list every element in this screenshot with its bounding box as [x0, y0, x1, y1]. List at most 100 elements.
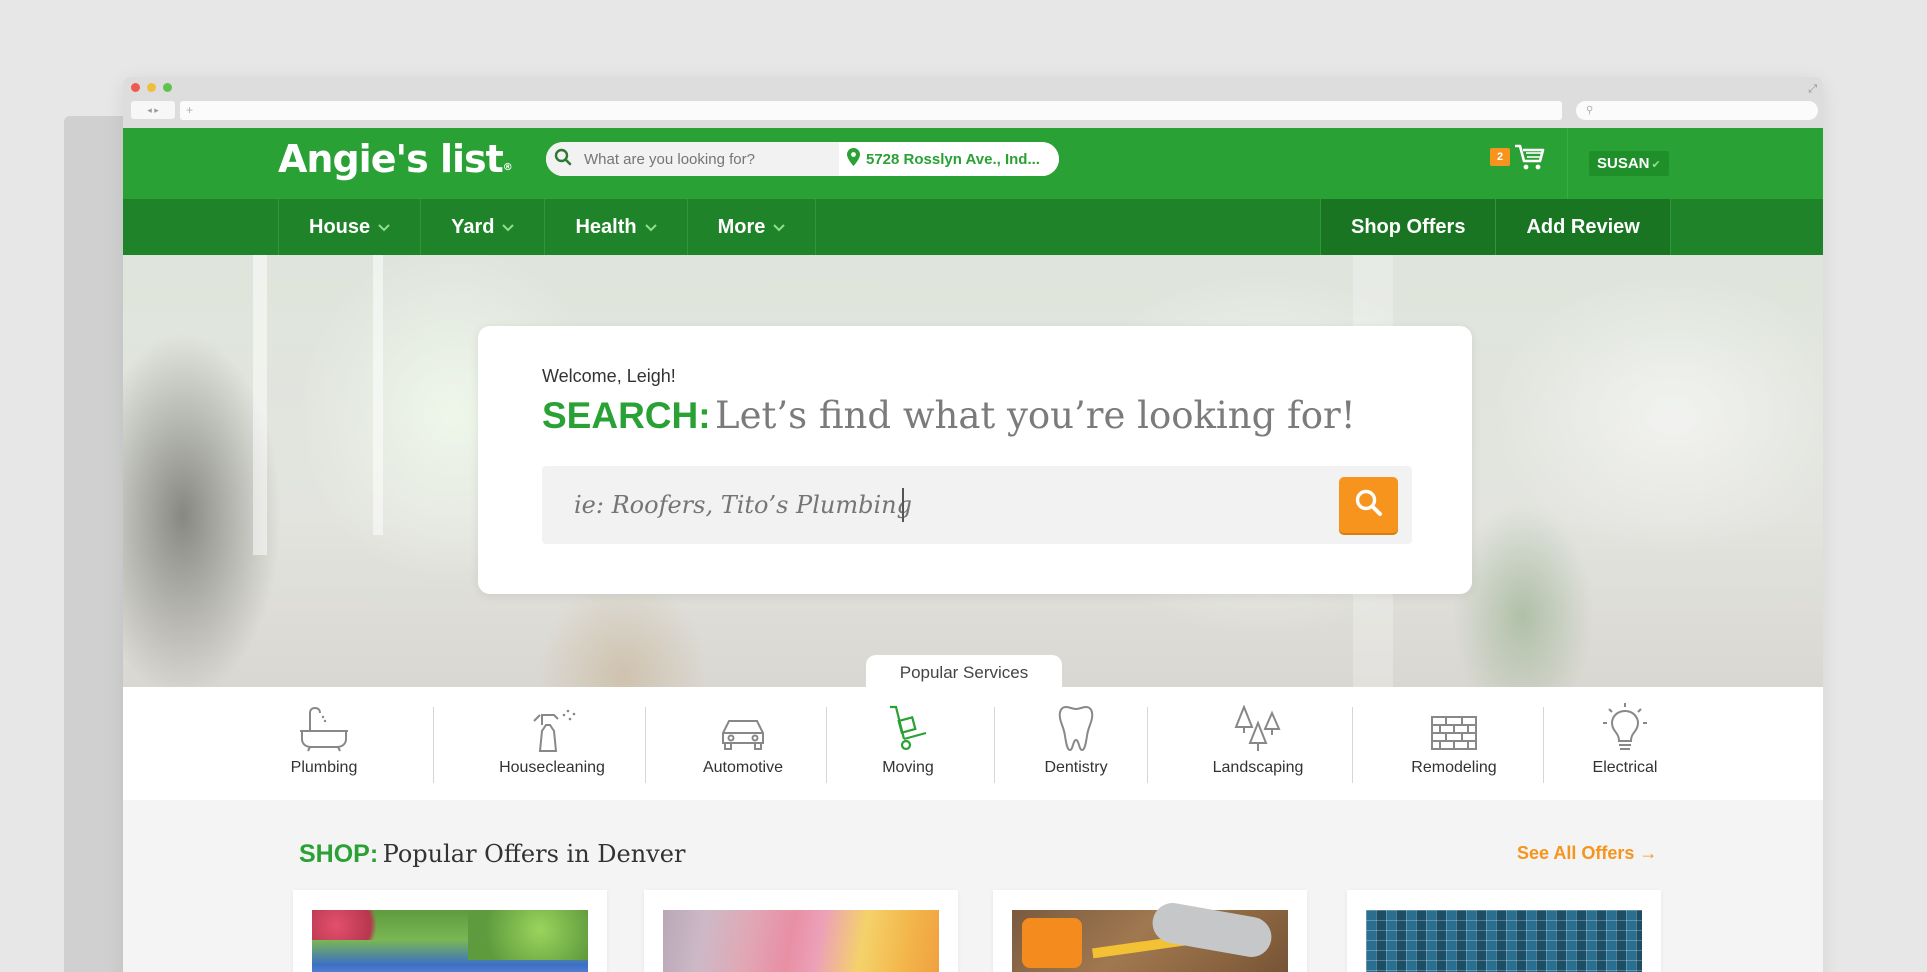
nav-item-yard[interactable]: Yard — [421, 199, 546, 255]
hero-background-detail — [373, 255, 383, 535]
add-review-link[interactable]: Add Review — [1496, 199, 1671, 255]
service-landscaping[interactable]: Landscaping — [1203, 703, 1313, 777]
service-divider — [826, 707, 827, 783]
shop-offers-section: SHOP: Popular Offers in Denver See All O… — [123, 800, 1823, 972]
angies-list-logo[interactable]: Angie's list® — [278, 137, 513, 181]
headline-text: Let’s find what you’re looking for! — [715, 394, 1356, 437]
service-dentistry[interactable]: Dentistry — [1026, 703, 1126, 777]
offer-image-paint-swatches — [663, 910, 939, 972]
cart-button[interactable]: 2 — [1490, 143, 1546, 176]
hero-banner: Welcome, Leigh! SEARCH: Let’s find what … — [123, 255, 1823, 687]
nav-item-health[interactable]: Health — [545, 199, 688, 255]
browser-window: ◂ ▸ + ⚲ ⤢ Angie's list® 5728 Rosslyn Ave… — [123, 77, 1823, 972]
bricks-icon — [1399, 703, 1509, 753]
add-review-label: Add Review — [1526, 215, 1640, 238]
service-label: Electrical — [1592, 759, 1658, 776]
nav-item-label: More — [717, 215, 766, 238]
nav-item-label: House — [309, 215, 371, 238]
minimize-window-button[interactable] — [147, 83, 156, 92]
bathtub-icon — [270, 703, 378, 753]
main-search-input[interactable] — [542, 491, 1312, 519]
header-search: 5728 Rosslyn Ave., Ind... — [546, 142, 1059, 176]
offer-image-detail — [1149, 899, 1275, 961]
offer-card[interactable] — [293, 890, 607, 972]
service-electrical[interactable]: Electrical — [1575, 703, 1675, 777]
car-icon — [688, 703, 798, 753]
browser-search-field[interactable]: ⚲ — [1576, 101, 1818, 120]
service-housecleaning[interactable]: Housecleaning — [487, 703, 617, 777]
popular-services-tab: Popular Services — [866, 655, 1062, 687]
user-menu[interactable]: SUSAN ✔ — [1589, 151, 1669, 176]
service-divider — [645, 707, 646, 783]
service-label: Housecleaning — [499, 759, 605, 776]
service-label: Automotive — [702, 759, 784, 776]
offer-image-detail — [468, 910, 588, 960]
cart-count-badge: 2 — [1490, 148, 1510, 166]
nav-item-house[interactable]: House — [279, 199, 422, 255]
offer-card[interactable] — [644, 890, 958, 972]
service-divider — [1543, 707, 1544, 783]
chevron-down-icon — [644, 220, 657, 235]
hero-background-detail — [253, 255, 267, 555]
see-all-offers-link[interactable]: See All Offers → — [1517, 843, 1657, 864]
header-divider — [1567, 128, 1568, 199]
location-text: 5728 Rosslyn Ave., Ind... — [866, 150, 1040, 168]
main-nav: House Yard Health More Shop Offers Add R… — [123, 199, 1823, 255]
spray-bottle-icon — [487, 703, 617, 753]
category-nav: House Yard Health More — [278, 199, 817, 255]
registered-mark: ® — [502, 162, 513, 173]
chevron-down-icon — [502, 220, 515, 235]
location-selector[interactable]: 5728 Rosslyn Ave., Ind... — [839, 142, 1059, 176]
service-divider — [433, 707, 434, 783]
chevron-down-icon — [378, 220, 390, 235]
headline-accent: SEARCH: — [542, 395, 711, 436]
shop-offers-label: Shop Offers — [1351, 215, 1466, 238]
offer-image-tiles — [1366, 910, 1642, 972]
nav-item-label: Yard — [451, 215, 495, 238]
shop-offers-link[interactable]: Shop Offers — [1321, 199, 1497, 255]
offer-image-tools — [1012, 899, 1288, 972]
offer-image-detail — [1022, 918, 1082, 968]
service-label: Moving — [882, 759, 934, 776]
map-pin-icon — [847, 148, 860, 170]
text-cursor — [902, 488, 904, 522]
offer-card[interactable] — [993, 890, 1307, 972]
maximize-window-button[interactable] — [163, 83, 172, 92]
service-label: Remodeling — [1411, 759, 1497, 776]
browser-chrome: ◂ ▸ + ⚲ ⤢ — [123, 77, 1823, 128]
window-controls — [131, 83, 172, 92]
service-divider — [994, 707, 995, 783]
service-divider — [1147, 707, 1148, 783]
offer-image-flowers — [312, 910, 588, 972]
service-plumbing[interactable]: Plumbing — [270, 703, 378, 777]
service-moving[interactable]: Moving — [863, 703, 953, 777]
nav-item-more[interactable]: More — [688, 199, 817, 255]
welcome-message: Welcome, Leigh! — [542, 366, 676, 386]
search-headline: SEARCH: Let’s find what you’re looking f… — [542, 394, 1356, 437]
search-icon — [1354, 488, 1384, 523]
service-divider — [1352, 707, 1353, 783]
service-remodeling[interactable]: Remodeling — [1399, 703, 1509, 777]
hand-truck-icon — [863, 703, 953, 753]
chevron-down-icon: ✔ — [1651, 159, 1661, 171]
user-name: SUSAN — [1597, 155, 1650, 172]
back-forward-buttons[interactable]: ◂ ▸ — [131, 101, 175, 119]
search-button[interactable] — [1339, 477, 1398, 533]
popular-services-bar: Plumbing Housecleaning Automotive Moving — [123, 687, 1823, 800]
shop-heading-accent: SHOP: — [299, 840, 379, 868]
header-search-input[interactable] — [546, 142, 839, 176]
fullscreen-icon[interactable]: ⤢ — [1808, 83, 1817, 96]
service-automotive[interactable]: Automotive — [688, 703, 798, 777]
offer-image-detail — [312, 910, 392, 940]
service-label: Dentistry — [1044, 759, 1108, 776]
shopping-cart-icon — [1514, 143, 1546, 176]
nav-item-label: Health — [575, 215, 637, 238]
logo-text: Angie's list — [278, 137, 504, 181]
tooth-icon — [1026, 703, 1126, 753]
close-window-button[interactable] — [131, 83, 140, 92]
address-bar[interactable]: + — [180, 101, 1562, 120]
offer-card[interactable] — [1347, 890, 1661, 972]
search-card: Welcome, Leigh! SEARCH: Let’s find what … — [478, 326, 1472, 594]
trees-icon — [1203, 703, 1313, 753]
search-icon — [546, 148, 580, 171]
